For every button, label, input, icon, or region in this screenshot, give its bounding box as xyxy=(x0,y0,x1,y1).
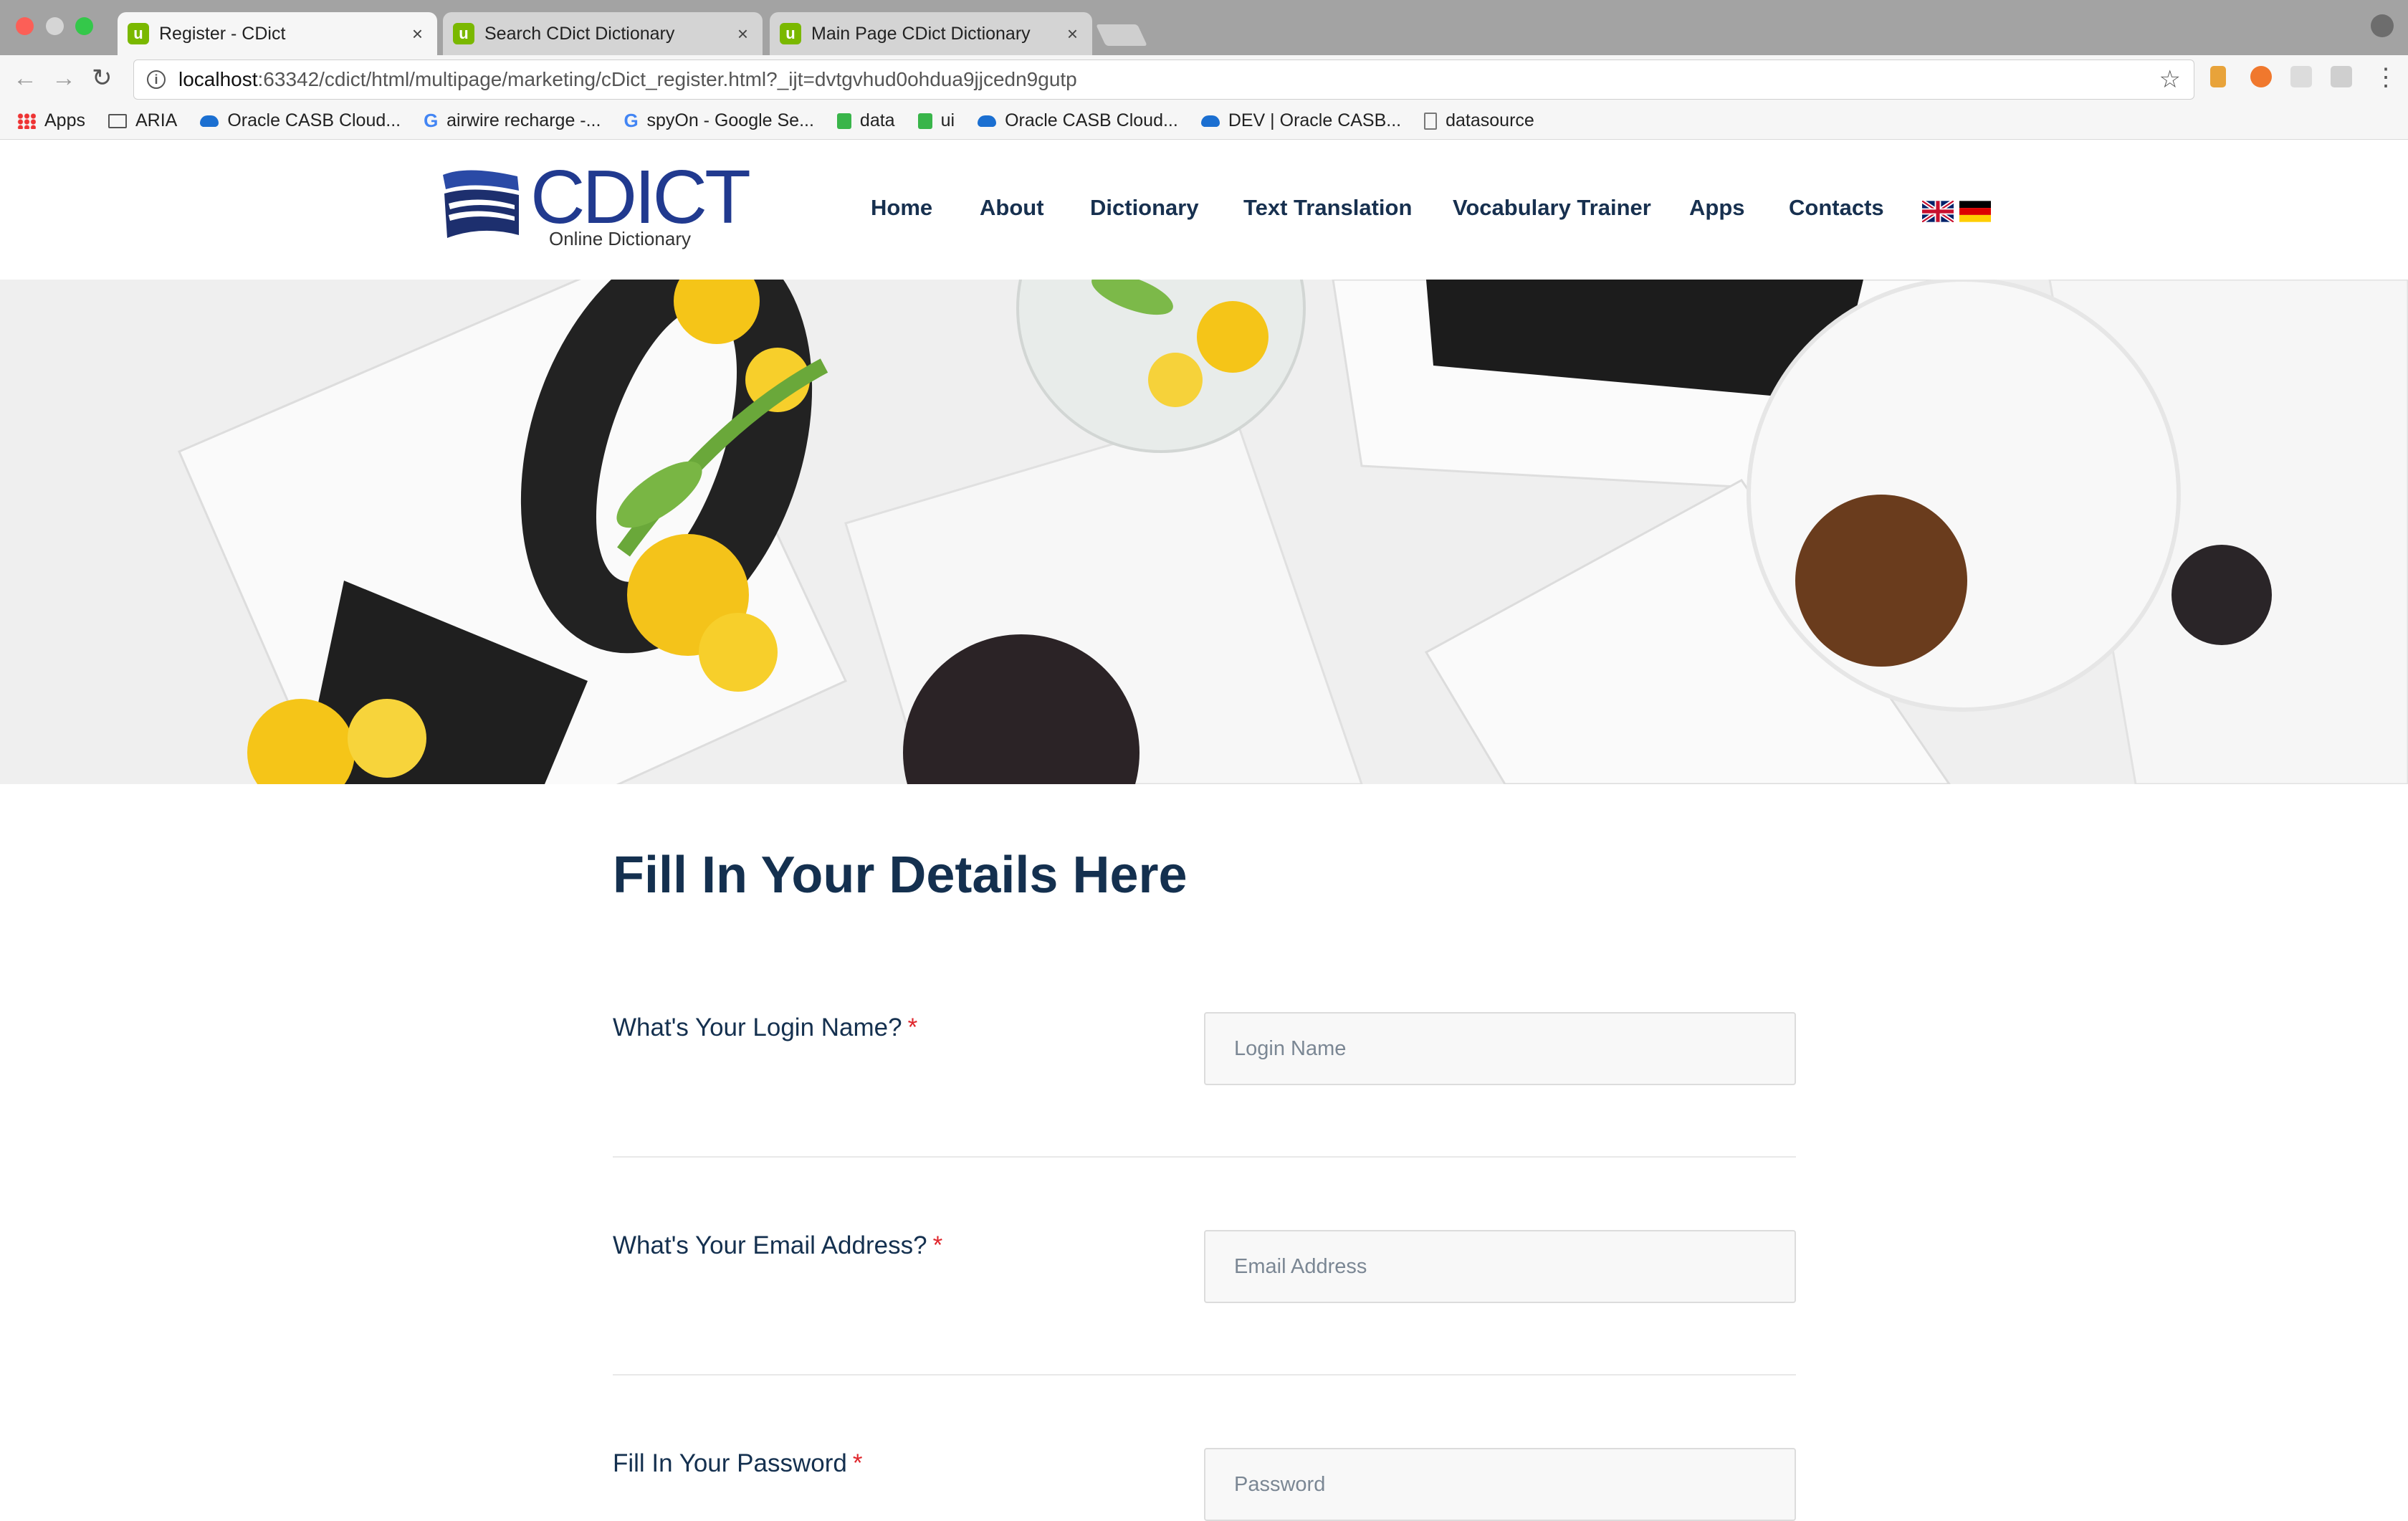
address-bar[interactable]: i localhost:63342/cdict/html/multipage/m… xyxy=(133,59,2194,100)
document-icon xyxy=(1424,112,1438,130)
bookmark-airwire[interactable]: Gairwire recharge -... xyxy=(424,110,601,132)
nav-dictionary[interactable]: Dictionary xyxy=(1090,195,1199,221)
logo-wordmark: CDICT xyxy=(530,155,751,239)
email-address-input[interactable] xyxy=(1204,1230,1796,1303)
profile-icon[interactable] xyxy=(2371,14,2394,37)
bookmark-apps[interactable]: Apps xyxy=(17,110,85,131)
url-path: :63342/cdict/html/multipage/marketing/cD… xyxy=(257,68,1077,90)
cloud-icon xyxy=(1200,115,1220,127)
nav-text-translation[interactable]: Text Translation xyxy=(1243,195,1412,221)
tab-register[interactable]: u Register - CDict × xyxy=(118,12,437,55)
apps-grid-icon xyxy=(17,113,36,129)
logo-subtitle: Online Dictionary xyxy=(549,228,691,249)
nav-apps[interactable]: Apps xyxy=(1689,195,1745,221)
tab-title: Main Page CDict Dictionary xyxy=(811,23,1031,44)
site-logo[interactable]: CDICT Online Dictionary xyxy=(439,159,751,249)
back-arrow-icon[interactable]: ← xyxy=(13,65,37,91)
window-minimize-button[interactable] xyxy=(46,17,64,35)
folder-icon xyxy=(108,113,127,128)
extension-blocker-icon[interactable] xyxy=(2250,66,2272,87)
required-asterisk: * xyxy=(932,1231,943,1259)
login-name-input[interactable] xyxy=(1204,1012,1796,1085)
cloud-icon xyxy=(978,115,997,127)
info-icon[interactable]: i xyxy=(147,70,166,89)
bookmark-datasource[interactable]: datasource xyxy=(1424,110,1534,131)
uk-flag-icon[interactable] xyxy=(1922,201,1954,222)
hero-banner-image xyxy=(0,280,2408,784)
green-bookmark-icon xyxy=(836,113,851,129)
menu-dots-icon[interactable]: ⋮ xyxy=(2374,65,2398,90)
email-address-label: What's Your Email Address? * xyxy=(613,1231,943,1259)
site-header: CDICT Online Dictionary Home About Dicti… xyxy=(0,140,2408,280)
bookmarks-bar: Apps ARIA Oracle CASB Cloud... Gairwire … xyxy=(0,102,2408,140)
bookmark-oracle-casb[interactable]: Oracle CASB Cloud... xyxy=(200,110,401,131)
cdict-favicon-icon: u xyxy=(453,23,474,44)
hero-illustration xyxy=(0,280,2408,784)
google-icon: G xyxy=(624,110,639,131)
bookmark-data[interactable]: data xyxy=(836,110,895,131)
close-icon[interactable]: × xyxy=(412,23,423,45)
login-name-label: What's Your Login Name? * xyxy=(613,1014,918,1041)
extension-grid-icon[interactable] xyxy=(2331,66,2352,87)
nav-about[interactable]: About xyxy=(980,195,1044,221)
nav-home[interactable]: Home xyxy=(871,195,932,221)
browser-toolbar: ← → ↻ i localhost:63342/cdict/html/multi… xyxy=(0,55,2408,102)
tab-search[interactable]: u Search CDict Dictionary × xyxy=(443,12,763,55)
nav-vocabulary-trainer[interactable]: Vocabulary Trainer xyxy=(1453,195,1651,221)
new-tab-button[interactable] xyxy=(1096,24,1147,46)
window-zoom-button[interactable] xyxy=(75,17,93,35)
bookmark-oracle-casb-2[interactable]: Oracle CASB Cloud... xyxy=(978,110,1178,131)
tab-title: Register - CDict xyxy=(159,23,286,44)
book-logo-icon xyxy=(443,170,519,238)
cdict-favicon-icon: u xyxy=(128,23,149,44)
password-input[interactable] xyxy=(1204,1448,1796,1521)
password-label: Fill In Your Password * xyxy=(613,1449,863,1477)
tab-main-page[interactable]: u Main Page CDict Dictionary × xyxy=(770,12,1092,55)
extension-key-icon[interactable] xyxy=(2210,66,2226,87)
cdict-favicon-icon: u xyxy=(780,23,801,44)
form-divider xyxy=(613,1374,1796,1375)
forward-arrow-icon[interactable]: → xyxy=(52,65,76,91)
nav-contacts[interactable]: Contacts xyxy=(1789,195,1884,221)
window-close-button[interactable] xyxy=(16,17,34,35)
german-flag-icon[interactable] xyxy=(1959,201,1991,222)
form-title: Fill In Your Details Here xyxy=(613,847,1188,904)
required-asterisk: * xyxy=(907,1014,918,1041)
cloud-icon xyxy=(200,115,219,127)
tab-title: Search CDict Dictionary xyxy=(484,23,675,44)
close-icon[interactable]: × xyxy=(737,23,748,45)
reload-icon[interactable]: ↻ xyxy=(92,65,113,91)
bookmark-dev-oracle[interactable]: DEV | Oracle CASB... xyxy=(1200,110,1401,131)
url-host: localhost xyxy=(178,68,258,90)
bookmark-spyon[interactable]: GspyOn - Google Se... xyxy=(624,110,813,132)
google-icon: G xyxy=(424,110,439,131)
green-bookmark-icon xyxy=(917,113,932,129)
bookmark-star-icon[interactable]: ☆ xyxy=(2159,65,2181,94)
browser-tabstrip: u Register - CDict × u Search CDict Dict… xyxy=(0,0,2408,55)
extension-doc-icon[interactable] xyxy=(2290,66,2312,87)
close-icon[interactable]: × xyxy=(1067,23,1078,45)
bookmark-aria[interactable]: ARIA xyxy=(108,110,177,131)
form-divider xyxy=(613,1156,1796,1158)
required-asterisk: * xyxy=(852,1449,863,1477)
bookmark-ui[interactable]: ui xyxy=(917,110,955,131)
